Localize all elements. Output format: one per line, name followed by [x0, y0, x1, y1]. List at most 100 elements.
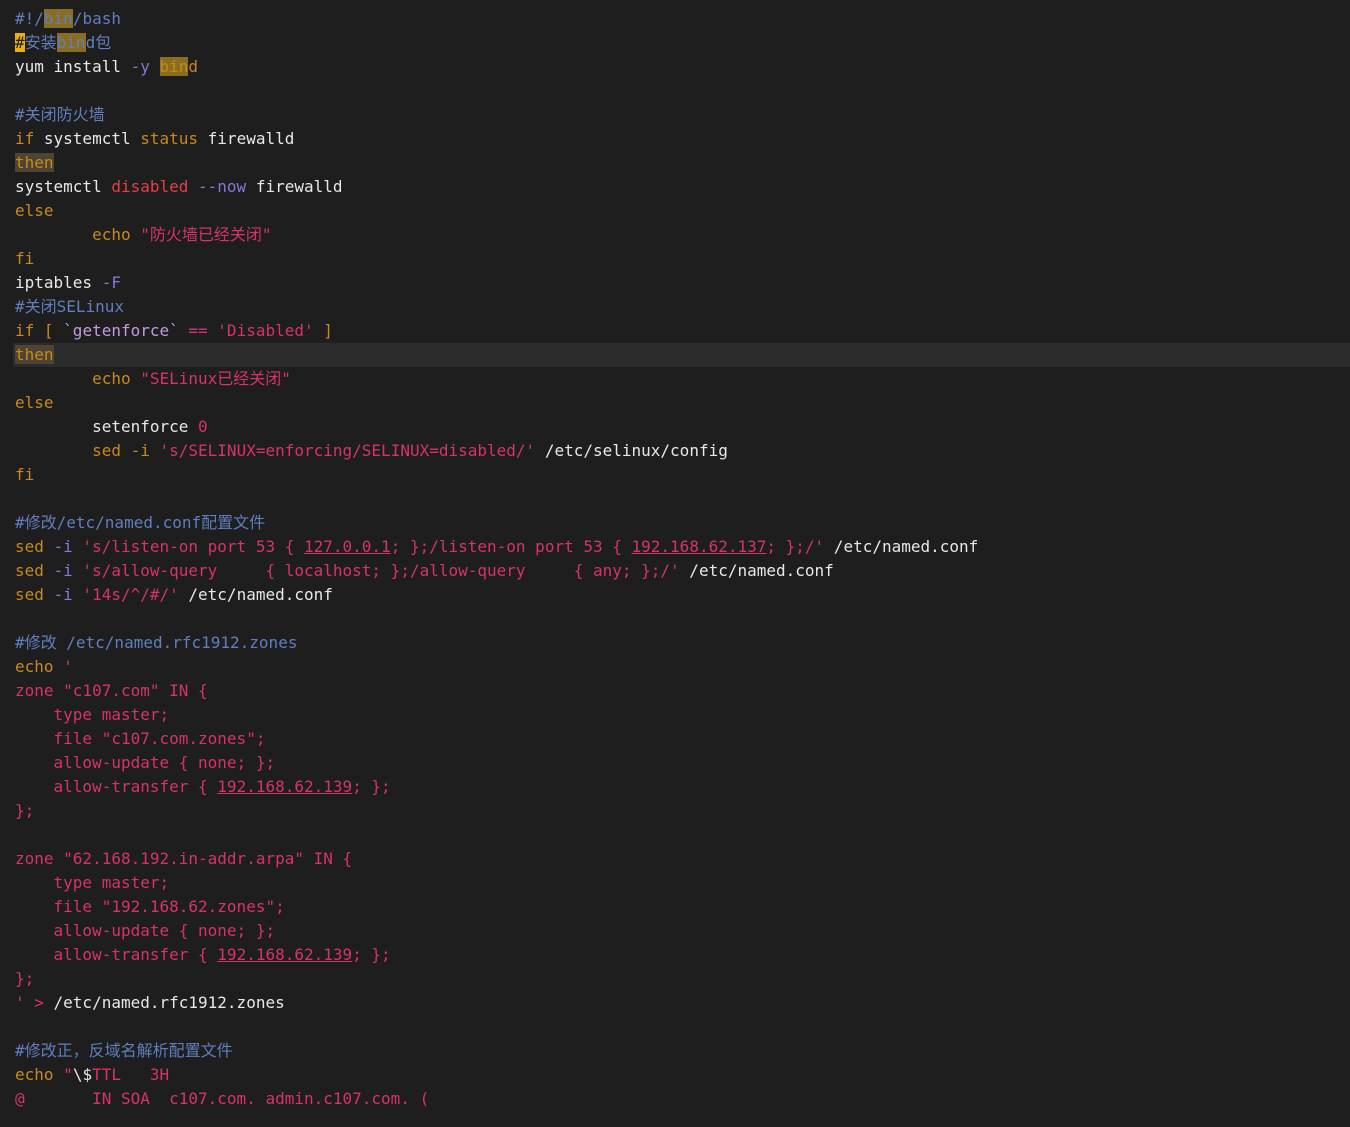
- code-token: };: [15, 969, 35, 988]
- code-line[interactable]: echo "SELinux已经关闭": [0, 367, 1350, 391]
- code-token: 0: [198, 417, 208, 436]
- code-token: };: [15, 801, 35, 820]
- code-line[interactable]: fi: [0, 463, 1350, 487]
- code-line[interactable]: file "c107.com.zones";: [0, 727, 1350, 751]
- code-line[interactable]: echo "\$TTL 3H: [0, 1063, 1350, 1087]
- code-token: ; };/': [766, 537, 825, 556]
- code-token: ' >: [15, 993, 54, 1012]
- code-line[interactable]: zone "62.168.192.in-addr.arpa" IN {: [0, 847, 1350, 871]
- code-line[interactable]: ' > /etc/named.rfc1912.zones: [0, 991, 1350, 1015]
- code-line[interactable]: fi: [0, 247, 1350, 271]
- code-token: "SELinux已经关闭": [140, 369, 291, 388]
- code-token: TTL 3H: [92, 1065, 170, 1084]
- code-token: 192.168.62.137: [631, 537, 767, 556]
- code-token: d: [188, 57, 199, 76]
- code-token: /etc/selinux/config: [535, 441, 728, 460]
- code-line[interactable]: iptables -F: [0, 271, 1350, 295]
- code-token: echo: [15, 369, 141, 388]
- code-line[interactable]: echo ': [0, 655, 1350, 679]
- code-token: allow-transfer {: [15, 945, 218, 964]
- code-line[interactable]: setenforce 0: [0, 415, 1350, 439]
- code-line[interactable]: if [ `getenforce` == 'Disabled' ]: [0, 319, 1350, 343]
- code-token: 127.0.0.1: [303, 537, 391, 556]
- code-token: \$: [72, 1065, 93, 1084]
- code-line[interactable]: [0, 79, 1350, 103]
- code-line[interactable]: [0, 1015, 1350, 1039]
- code-token: `getenforce`: [63, 321, 179, 340]
- code-token: systemctl: [15, 177, 112, 196]
- code-line[interactable]: then: [13, 343, 1350, 367]
- code-token: if [: [15, 321, 64, 340]
- code-token: 安装: [24, 33, 57, 52]
- code-line[interactable]: #关闭SELinux: [0, 295, 1350, 319]
- code-token: #修改/etc/named.conf配置文件: [15, 513, 266, 532]
- code-token: bin: [43, 9, 73, 28]
- code-token: echo: [15, 1065, 64, 1084]
- code-token: 'Disabled': [217, 321, 314, 340]
- code-line[interactable]: allow-transfer { 192.168.62.139; };: [0, 943, 1350, 967]
- code-line[interactable]: sed -i 's/listen-on port 53 { 127.0.0.1;…: [0, 535, 1350, 559]
- code-line[interactable]: sed -i 's/allow-query { localhost; };/al…: [0, 559, 1350, 583]
- code-line[interactable]: #安装bind包: [0, 31, 1350, 55]
- code-line[interactable]: file "192.168.62.zones";: [0, 895, 1350, 919]
- code-token: yum install: [15, 57, 131, 76]
- code-line[interactable]: allow-update { none; };: [0, 919, 1350, 943]
- code-line[interactable]: #修改正，反域名解析配置文件: [0, 1039, 1350, 1063]
- code-token: bin: [56, 33, 86, 52]
- code-line[interactable]: if systemctl status firewalld: [0, 127, 1350, 151]
- code-token: #修改 /etc/named.rfc1912.zones: [15, 633, 298, 652]
- code-line[interactable]: @ IN SOA c107.com. admin.c107.com. (: [0, 1087, 1350, 1111]
- code-token: #!/: [15, 9, 44, 28]
- code-token: fi: [15, 465, 35, 484]
- code-token: ": [63, 1065, 73, 1084]
- code-line[interactable]: echo "防火墙已经关闭": [0, 223, 1350, 247]
- code-line[interactable]: else: [0, 391, 1350, 415]
- code-line[interactable]: #修改 /etc/named.rfc1912.zones: [0, 631, 1350, 655]
- code-token: --now: [188, 177, 247, 196]
- code-token: ': [63, 657, 73, 676]
- code-line[interactable]: else: [0, 199, 1350, 223]
- code-line[interactable]: type master;: [0, 703, 1350, 727]
- code-line[interactable]: #修改/etc/named.conf配置文件: [0, 511, 1350, 535]
- code-line[interactable]: then: [0, 151, 1350, 175]
- code-token: zone "62.168.192.in-addr.arpa" IN {: [15, 849, 353, 868]
- code-token: if: [15, 129, 35, 148]
- code-token: then: [15, 153, 54, 172]
- code-line[interactable]: };: [0, 799, 1350, 823]
- code-token: -i: [53, 537, 73, 556]
- code-token: ]: [313, 321, 333, 340]
- code-line[interactable]: type master;: [0, 871, 1350, 895]
- code-line[interactable]: [0, 487, 1350, 511]
- code-token: ==: [178, 321, 218, 340]
- code-token: bin: [159, 57, 189, 76]
- code-token: ; };/listen-on port 53 {: [390, 537, 632, 556]
- code-line[interactable]: [0, 823, 1350, 847]
- code-token: 's/SELINUX=enforcing/SELINUX=disabled/': [159, 441, 536, 460]
- code-line[interactable]: #关闭防火墙: [0, 103, 1350, 127]
- code-token: -y: [130, 57, 150, 76]
- code-token: sed: [15, 561, 54, 580]
- code-token: #关闭防火墙: [15, 105, 105, 124]
- code-line[interactable]: allow-transfer { 192.168.62.139; };: [0, 775, 1350, 799]
- code-token: sed: [15, 585, 54, 604]
- code-token: #关闭SELinux: [15, 297, 125, 316]
- code-line[interactable]: [0, 607, 1350, 631]
- code-editor[interactable]: #!/bin/bash #安装bind包 yum install -y bind #关…: [0, 0, 1350, 1127]
- code-token: @ IN SOA c107.com. admin.c107.com. (: [15, 1089, 430, 1108]
- code-token: allow-transfer {: [15, 777, 218, 796]
- code-token: else: [15, 201, 54, 220]
- code-line[interactable]: systemctl disabled --now firewalld: [0, 175, 1350, 199]
- code-token: /etc/named.conf: [679, 561, 834, 580]
- code-token: /etc/named.rfc1912.zones: [53, 993, 285, 1012]
- code-line[interactable]: yum install -y bind: [0, 55, 1350, 79]
- code-token: disabled: [111, 177, 189, 196]
- code-token: systemctl: [34, 129, 141, 148]
- code-line[interactable]: zone "c107.com" IN {: [0, 679, 1350, 703]
- code-token: d包: [85, 33, 112, 52]
- code-line[interactable]: };: [0, 967, 1350, 991]
- code-line[interactable]: sed -i 's/SELINUX=enforcing/SELINUX=disa…: [0, 439, 1350, 463]
- code-line[interactable]: sed -i '14s/^/#/' /etc/named.conf: [0, 583, 1350, 607]
- code-line[interactable]: allow-update { none; };: [0, 751, 1350, 775]
- code-line[interactable]: #!/bin/bash: [0, 7, 1350, 31]
